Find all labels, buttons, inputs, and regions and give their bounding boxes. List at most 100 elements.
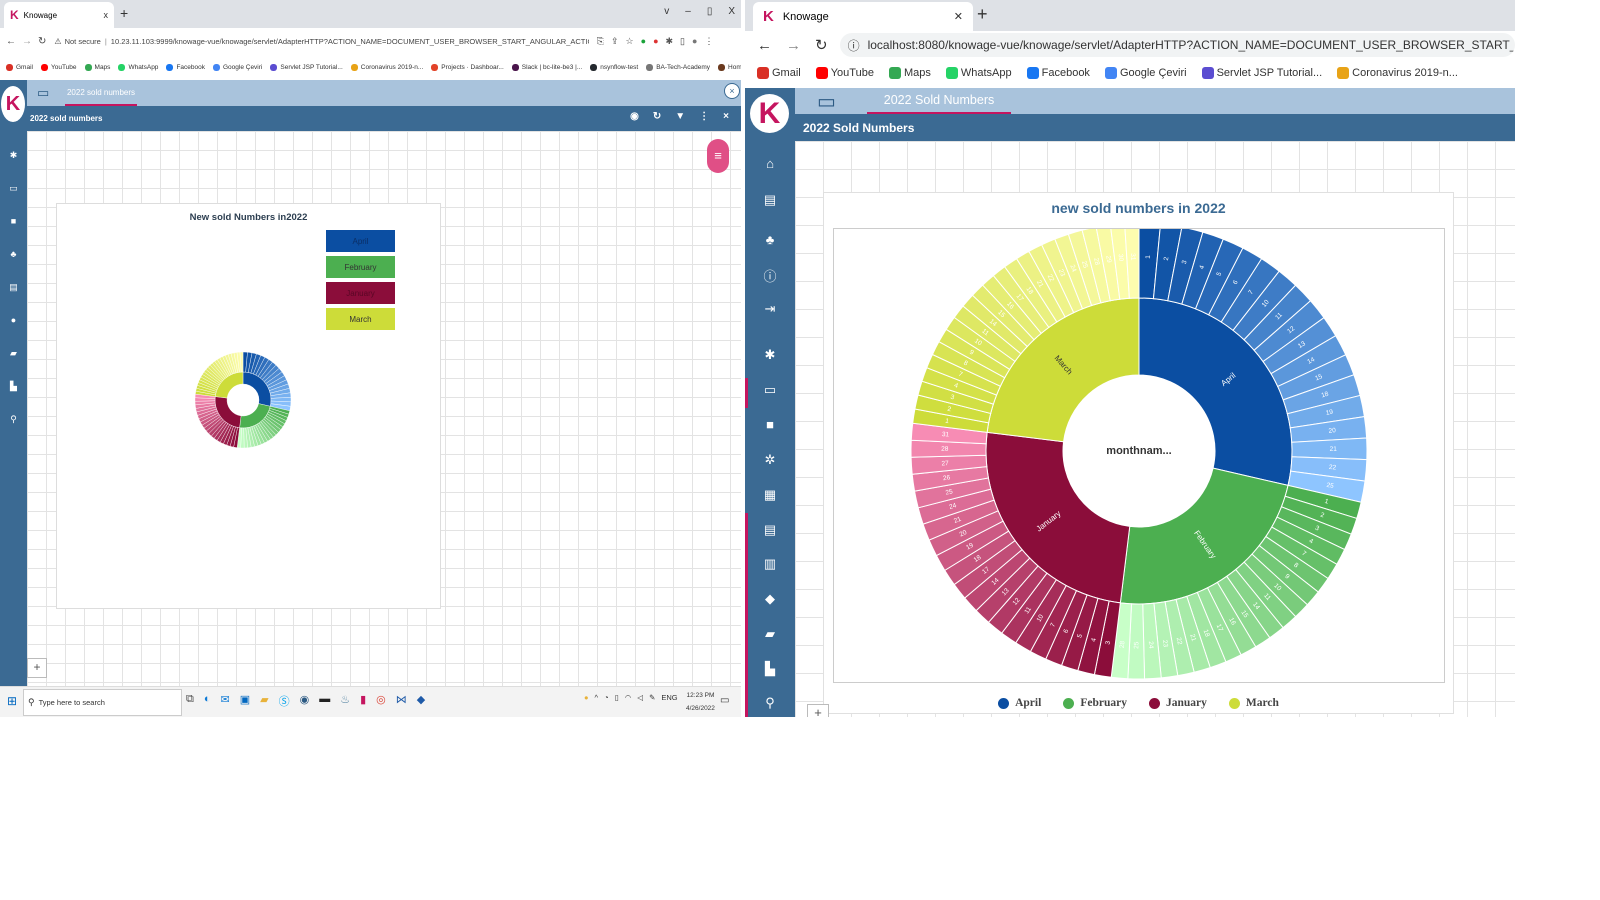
sidepanel-icon[interactable]: ▯ — [680, 36, 685, 47]
new-tab-button[interactable]: + — [120, 5, 128, 21]
info-icon[interactable]: ⓘ — [745, 266, 795, 285]
cogs-icon[interactable]: ✲ — [745, 452, 795, 468]
chart-icon[interactable]: ▤ — [0, 282, 27, 293]
info-icon[interactable]: ⓘ — [848, 37, 860, 54]
language-indicator[interactable]: ENG — [661, 693, 677, 702]
map-marker-icon[interactable]: ⚲ — [745, 695, 795, 711]
add-widget-button[interactable]: + — [807, 704, 829, 717]
file-explorer-icon[interactable]: ▰ — [260, 693, 268, 709]
windows-start-icon[interactable]: ⊞ — [7, 694, 17, 708]
knowage-logo[interactable]: K — [1, 86, 25, 122]
edge-icon[interactable]: ◐ — [204, 693, 211, 709]
share-icon[interactable]: ⇪ — [611, 36, 619, 47]
building-icon[interactable]: ▦ — [745, 487, 795, 503]
more-options-icon[interactable]: ⋮ — [699, 111, 709, 122]
legend-item[interactable]: April — [326, 230, 395, 252]
legend-item[interactable]: February — [326, 256, 395, 278]
tab-close-icon[interactable]: x — [104, 10, 109, 20]
eclipse-icon[interactable]: ◉ — [300, 693, 310, 709]
knowage-logo[interactable]: K — [750, 94, 789, 133]
java-icon[interactable]: ♨ — [340, 693, 350, 709]
bookmark-item[interactable]: Facebook — [166, 63, 205, 71]
tab-2022-sold-numbers[interactable]: 2022 Sold Numbers — [867, 88, 1011, 114]
briefcase-icon[interactable]: ■ — [745, 417, 795, 432]
chrome-icon[interactable]: ◎ — [376, 693, 386, 709]
cube-icon[interactable]: ◆ — [745, 591, 795, 607]
bookmark-item[interactable]: Google Çeviri — [1104, 67, 1187, 79]
minimize-button[interactable]: – — [685, 6, 691, 17]
reload-icon[interactable]: ↻ — [38, 36, 46, 47]
warning-icon[interactable]: ⚠ — [54, 37, 61, 46]
folder-icon[interactable]: ▭ — [0, 183, 27, 194]
store-icon[interactable]: ▣ — [240, 693, 250, 709]
tray-app-icon[interactable]: ● — [584, 693, 589, 702]
document-chart-icon[interactable]: ▙ — [745, 661, 795, 677]
legend-item[interactable]: January — [326, 282, 395, 304]
folder-open-icon[interactable]: ▭ — [37, 85, 49, 101]
forward-icon[interactable]: → — [22, 36, 32, 47]
profile-avatar[interactable]: ● — [692, 36, 697, 47]
folder-icon[interactable]: ▭ — [745, 382, 795, 398]
legend-item[interactable]: March — [1228, 697, 1279, 709]
bookmark-item[interactable]: Homemade Hambu... — [718, 63, 741, 71]
reload-icon[interactable]: ↻ — [815, 36, 828, 54]
bookmark-item[interactable]: Slack | bc-lite-be3 |... — [511, 63, 582, 71]
bookmark-item[interactable]: Servlet JSP Tutorial... — [270, 63, 343, 71]
task-view-icon[interactable]: ⧉ — [186, 693, 194, 709]
home-icon[interactable]: ⌂ — [745, 156, 795, 171]
browser-tab[interactable]: K Knowage ✕ — [753, 2, 973, 31]
car-icon[interactable]: ▰ — [0, 348, 27, 359]
bookmark-item[interactable]: Servlet JSP Tutorial... — [1201, 67, 1322, 79]
bookmark-item[interactable]: Projects · Dashboar... — [431, 63, 504, 71]
bookmark-item[interactable]: Gmail — [6, 63, 33, 71]
chart-icon[interactable]: ▥ — [745, 556, 795, 572]
bookmark-item[interactable]: Coronavirus 2019-n... — [1337, 67, 1458, 79]
bookmark-item[interactable]: Maps — [888, 67, 931, 79]
tab-search-button[interactable]: v — [664, 6, 669, 17]
battery-icon[interactable]: ▯ — [615, 693, 619, 702]
car-icon[interactable]: ▰ — [745, 626, 795, 642]
back-icon[interactable]: ← — [757, 37, 772, 54]
tab-2022-sold-numbers[interactable]: 2022 sold numbers — [65, 80, 137, 106]
briefcase-icon[interactable]: ■ — [0, 216, 27, 226]
hamburger-menu-button[interactable]: ≡ — [707, 139, 729, 173]
bookmark-item[interactable]: Google Çeviri — [212, 63, 262, 71]
document-icon[interactable]: ▤ — [745, 522, 795, 538]
bookmark-item[interactable]: YouTube — [815, 67, 874, 79]
extension-icon[interactable]: ● — [653, 36, 658, 47]
bookmark-item[interactable]: Gmail — [757, 67, 801, 79]
forward-icon[interactable]: → — [786, 37, 801, 54]
app-icon[interactable]: ▮ — [360, 693, 366, 709]
extension-icon[interactable]: ● — [641, 36, 646, 47]
document-icon[interactable]: ▙ — [0, 381, 27, 392]
url-bar[interactable]: ⓘ localhost:8080/knowage-vue/knowage/ser… — [839, 33, 1515, 57]
us-flag-icon[interactable]: ▤ — [745, 192, 795, 208]
filter-icon[interactable]: ▼ — [675, 111, 685, 122]
gear-icon[interactable]: ✱ — [745, 347, 795, 363]
legend-item[interactable]: April — [998, 697, 1041, 709]
bookmark-item[interactable]: Coronavirus 2019-n... — [350, 63, 423, 71]
logout-icon[interactable]: ⇥ — [745, 301, 795, 317]
bookmark-item[interactable]: Facebook — [1026, 67, 1090, 79]
bookmark-item[interactable]: YouTube — [40, 63, 77, 71]
bookmark-item[interactable]: BA-Tech-Academy — [646, 63, 710, 71]
skype-icon[interactable]: Ⓢ — [279, 693, 290, 709]
bookmark-item[interactable]: WhatsApp — [945, 67, 1012, 79]
back-icon[interactable]: ← — [6, 36, 16, 47]
vscode-icon[interactable]: ◆ — [417, 693, 425, 709]
maximize-button[interactable]: ▯ — [707, 6, 713, 17]
close-window-button[interactable]: X — [728, 6, 735, 17]
url-input[interactable]: localhost:8080/knowage-vue/knowage/servl… — [868, 38, 1515, 52]
notifications-icon[interactable]: ▭ — [720, 695, 729, 706]
refresh-icon[interactable]: ↻ — [653, 111, 661, 122]
new-tab-button[interactable]: + — [977, 4, 988, 25]
install-icon[interactable]: ⎘ — [597, 36, 604, 47]
bookmark-item[interactable]: WhatsApp — [118, 63, 158, 71]
star-icon[interactable]: ☆ — [626, 36, 634, 47]
clock[interactable]: 12:23 PM 4/26/2022 — [686, 689, 715, 715]
legend-item[interactable]: February — [1063, 697, 1127, 709]
browser-tab[interactable]: K Knowage x — [4, 2, 114, 28]
wifi-icon[interactable]: ◠ — [625, 693, 632, 702]
add-widget-button[interactable]: + — [27, 658, 47, 678]
mail-icon[interactable]: ✉ — [221, 693, 230, 709]
